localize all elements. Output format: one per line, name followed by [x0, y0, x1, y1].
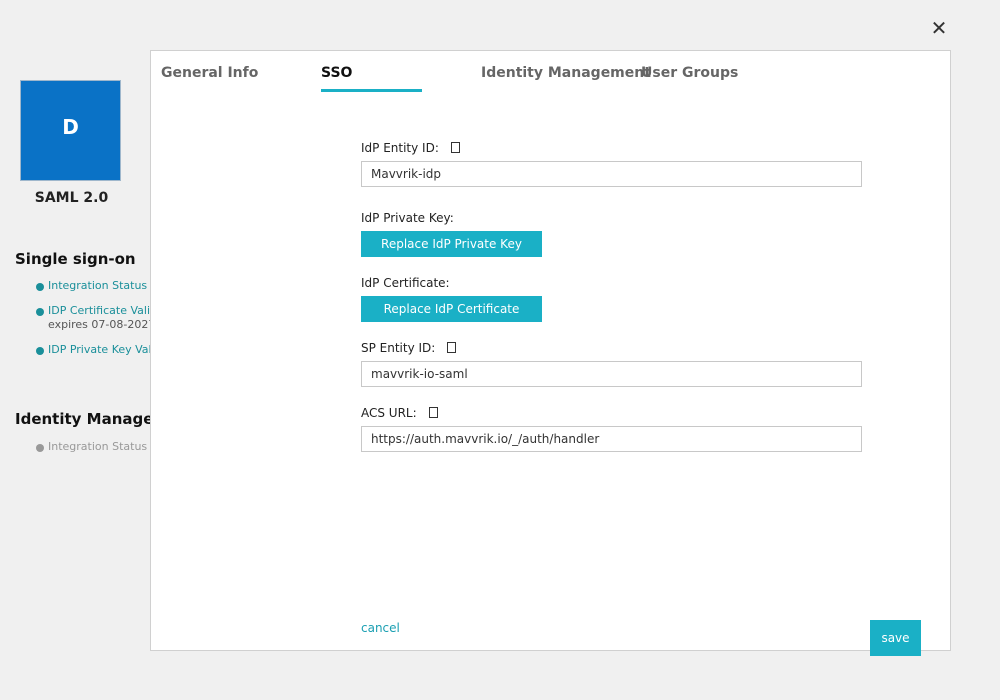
integration-name: SAML 2.0	[34, 190, 109, 206]
status-dot-icon	[36, 308, 44, 316]
acs-url-label-text: ACS URL:	[361, 406, 417, 420]
close-icon[interactable]: ✕	[928, 16, 950, 40]
idp-private-key-label: IdP Private Key:	[361, 211, 454, 225]
status-dot-icon	[36, 444, 44, 452]
info-icon[interactable]	[428, 407, 438, 418]
tab-user-groups[interactable]: User Groups	[641, 65, 738, 81]
sp-entity-id-label: SP Entity ID:	[361, 341, 457, 355]
idm-status-list: Integration Status	[36, 440, 147, 465]
status-item-expiry: expires 07-08-2027	[48, 318, 150, 331]
idp-entity-id-label-text: IdP Entity ID:	[361, 141, 439, 155]
integration-logo: D	[20, 80, 121, 181]
status-item-idm-integration[interactable]: Integration Status	[36, 440, 147, 454]
section-heading-identity-management: Identity Management	[15, 410, 150, 428]
sp-entity-id-label-text: SP Entity ID:	[361, 341, 436, 355]
status-item-label: IDP Private Key Validity	[48, 343, 150, 356]
info-icon[interactable]	[447, 342, 457, 353]
tab-general-info[interactable]: General Info	[161, 65, 258, 81]
sp-entity-id-input[interactable]	[361, 361, 862, 387]
status-dot-icon	[36, 283, 44, 291]
idp-entity-id-label: IdP Entity ID:	[361, 141, 460, 155]
status-item-label: Integration Status	[48, 279, 148, 292]
cancel-link[interactable]: cancel	[361, 621, 400, 635]
idp-certificate-label: IdP Certificate:	[361, 276, 450, 290]
replace-idp-private-key-button[interactable]: Replace IdP Private Key	[361, 231, 542, 257]
status-item-idp-private-key[interactable]: IDP Private Key Validity	[36, 343, 150, 357]
status-item-integration[interactable]: Integration Status	[36, 279, 150, 293]
settings-panel: General Info SSO Identity Management Use…	[150, 50, 951, 651]
tab-bar: General Info SSO Identity Management Use…	[151, 51, 951, 96]
sidebar: D SAML 2.0 Single sign-on Integration St…	[0, 50, 150, 650]
active-tab-indicator	[321, 89, 422, 92]
save-button[interactable]: save	[870, 620, 921, 656]
tab-sso[interactable]: SSO	[321, 65, 352, 81]
status-item-label: IDP Certificate Validity	[48, 304, 150, 317]
status-item-idp-certificate[interactable]: IDP Certificate Validity expires 07-08-2…	[36, 304, 150, 332]
status-item-label: Integration Status	[48, 440, 148, 453]
replace-idp-certificate-button[interactable]: Replace IdP Certificate	[361, 296, 542, 322]
info-icon[interactable]	[450, 142, 460, 153]
sso-status-list: Integration Status IDP Certificate Valid…	[36, 279, 150, 368]
status-dot-icon	[36, 347, 44, 355]
tab-identity-management[interactable]: Identity Management	[481, 65, 651, 81]
idp-entity-id-input[interactable]	[361, 161, 862, 187]
acs-url-label: ACS URL:	[361, 406, 438, 420]
acs-url-input[interactable]	[361, 426, 862, 452]
section-heading-sso: Single sign-on	[15, 250, 136, 268]
